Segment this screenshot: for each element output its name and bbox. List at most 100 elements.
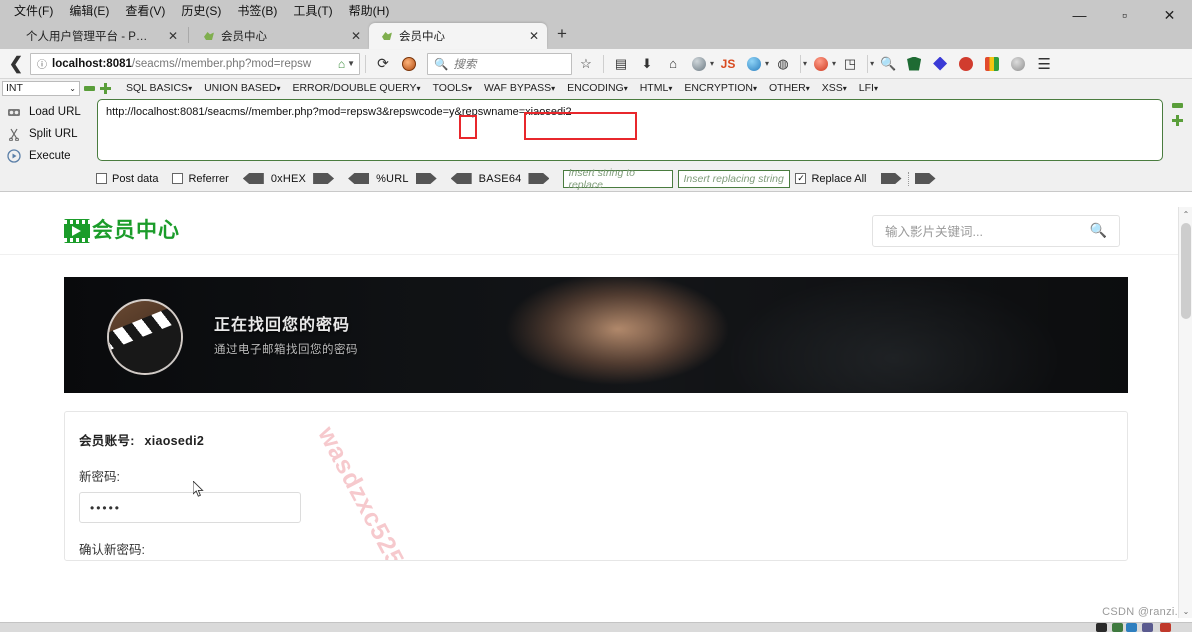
menu-tools[interactable]: 工具(T) [285,0,340,21]
label: XSS [821,82,843,94]
chevron-down-icon[interactable]: ▼ [347,59,355,68]
checkbox-box [96,173,107,184]
firebug-icon[interactable] [742,52,766,76]
menu-bookmarks[interactable]: 书签(B) [229,0,285,21]
taskbar-icon-noscript[interactable] [1160,623,1171,632]
tab-item-1[interactable]: 会员中心 ✕ [191,23,369,49]
hackbar-type-select[interactable]: INT ⌄ [2,80,80,96]
globe-icon[interactable] [687,52,711,76]
encode-arrow-icon[interactable] [415,173,437,184]
adblock-icon[interactable] [954,52,978,76]
scroll-up-button[interactable]: ⌃ [1179,207,1192,221]
caret-icon: ▾ [551,84,556,93]
hackbar-url-textarea[interactable]: http://localhost:8081/seacms//member.php… [97,99,1163,161]
hackbar-icon[interactable] [809,52,833,76]
tab-close-icon[interactable]: ✕ [156,29,178,43]
diamond-icon[interactable] [928,52,952,76]
tab-close-icon[interactable]: ✕ [517,29,539,43]
chevron-down-icon[interactable]: ▾ [765,59,769,68]
page-scrollbar[interactable]: ⌃ ⌄ [1178,207,1192,618]
plus-icon[interactable] [100,82,111,94]
menu-history[interactable]: 历史(S) [173,0,229,21]
new-password-input[interactable]: ••••• [79,492,301,523]
page-info-icon[interactable]: ⓘ [37,56,47,71]
replace-all-checkbox[interactable]: ✓ Replace All [795,173,867,185]
caret-icon: ▾ [873,84,878,93]
devtools-icon[interactable]: ◳ [838,52,862,76]
menu-file[interactable]: 文件(F) [6,0,61,21]
hackbar-menu-union-based[interactable]: UNION BASED▾ [198,82,286,94]
hackbar-menu-encryption[interactable]: ENCRYPTION▾ [678,82,763,94]
replace-apply-all-arrow-icon[interactable] [914,173,936,184]
downloads-icon[interactable]: ⬇ [635,52,659,76]
noscript-icon[interactable] [397,52,421,76]
site-search-box[interactable]: 输入影片关键词... 🔍 [872,214,1120,247]
magnifier-icon[interactable]: 🔍 [1090,222,1107,239]
home-icon[interactable]: ⌂ [661,52,685,76]
menu-view[interactable]: 查看(V) [117,0,173,21]
shield-icon[interactable] [902,52,926,76]
site-logo[interactable]: 会员中心 [64,218,180,243]
decode-arrow-icon[interactable] [450,173,472,184]
split-url-button[interactable]: Split URL [2,123,94,145]
hackbar-menu-other[interactable]: OTHER▾ [763,82,816,94]
replace-to-input[interactable]: Insert replacing string [678,169,791,188]
replace-apply-arrow-icon[interactable] [880,173,902,184]
menu-edit[interactable]: 编辑(E) [61,0,117,21]
palette-icon[interactable]: ◍ [771,52,795,76]
hackbar-menu-lfi[interactable]: LFI▾ [853,82,884,94]
js-icon[interactable]: JS [716,52,740,76]
tab-close-icon[interactable]: ✕ [339,29,361,43]
reader-icon[interactable]: ▤ [609,52,633,76]
hackbar-menu-waf-bypass[interactable]: WAF BYPASS▾ [478,82,561,94]
back-arrow-icon[interactable]: ❮ [4,52,28,76]
colorzilla-icon[interactable] [980,52,1004,76]
tab-item-2-active[interactable]: 会员中心 ✕ [369,23,547,49]
encode-arrow-icon[interactable] [528,173,550,184]
chevron-down-icon[interactable]: ▾ [832,59,836,68]
scrollbar-thumb[interactable] [1181,223,1191,319]
hackbar-menu-tools[interactable]: TOOLS▾ [427,82,478,94]
taskbar-icon-app2[interactable] [1142,623,1153,632]
film-play-icon [64,218,90,243]
hackbar-menu-error-double-query[interactable]: ERROR/DOUBLE QUERY▾ [286,82,426,94]
confirm-password-label: 确认新密码: [79,543,145,557]
bookmark-star-icon[interactable]: ☆ [574,52,598,76]
tab-item-0[interactable]: 个人用户管理平台 - PHP云人... ✕ [14,23,186,49]
minus-icon[interactable] [1171,103,1183,108]
label: UNION BASED [204,82,277,94]
new-password-label: 新密码: [79,470,120,484]
hackbar-menu-html[interactable]: HTML▾ [634,82,679,94]
decode-arrow-icon[interactable] [348,173,370,184]
plus-icon[interactable] [1171,115,1183,126]
decode-arrow-icon[interactable] [242,173,264,184]
gear-icon[interactable] [1006,52,1030,76]
menu-help[interactable]: 帮助(H) [341,0,398,21]
taskbar-icon-app1[interactable] [1112,623,1123,632]
execute-button[interactable]: Execute [2,145,94,167]
post-data-checkbox[interactable]: Post data [96,173,158,185]
referrer-checkbox[interactable]: Referrer [172,173,229,185]
tab-title: 会员中心 [399,31,445,43]
minus-icon[interactable] [84,85,95,91]
hackbar-menu-sql-basics[interactable]: SQL BASICS▾ [120,82,198,94]
taskbar-icon-download[interactable] [1096,623,1107,632]
scroll-down-button[interactable]: ⌄ [1179,604,1192,618]
address-bar[interactable]: ⓘ localhost:8081/seacms//member.php?mod=… [30,52,360,75]
chevron-down-icon[interactable]: ▾ [710,59,714,68]
home-shield-icon[interactable]: ⌂ [338,57,345,71]
taskbar-icon-browser[interactable] [1126,623,1137,632]
zoom-search-icon[interactable]: 🔍 [876,52,900,76]
chevron-down-icon[interactable]: ▾ [803,59,807,68]
new-tab-button[interactable]: + [547,24,577,46]
load-url-button[interactable]: Load URL [2,101,94,123]
replace-from-input[interactable]: Insert string to replace [563,167,674,191]
encode-arrow-icon[interactable] [313,173,335,184]
reload-icon[interactable]: ⟳ [371,52,395,76]
browser-search-box[interactable]: 🔍 搜索 [427,52,572,75]
tab-title: 个人用户管理平台 - PHP云人... [26,31,150,43]
hamburger-menu-icon[interactable]: ☰ [1032,52,1056,76]
hackbar-menu-encoding[interactable]: ENCODING▾ [561,82,634,94]
chevron-down-icon[interactable]: ▾ [870,59,874,68]
hackbar-menu-xss[interactable]: XSS▾ [816,82,853,94]
